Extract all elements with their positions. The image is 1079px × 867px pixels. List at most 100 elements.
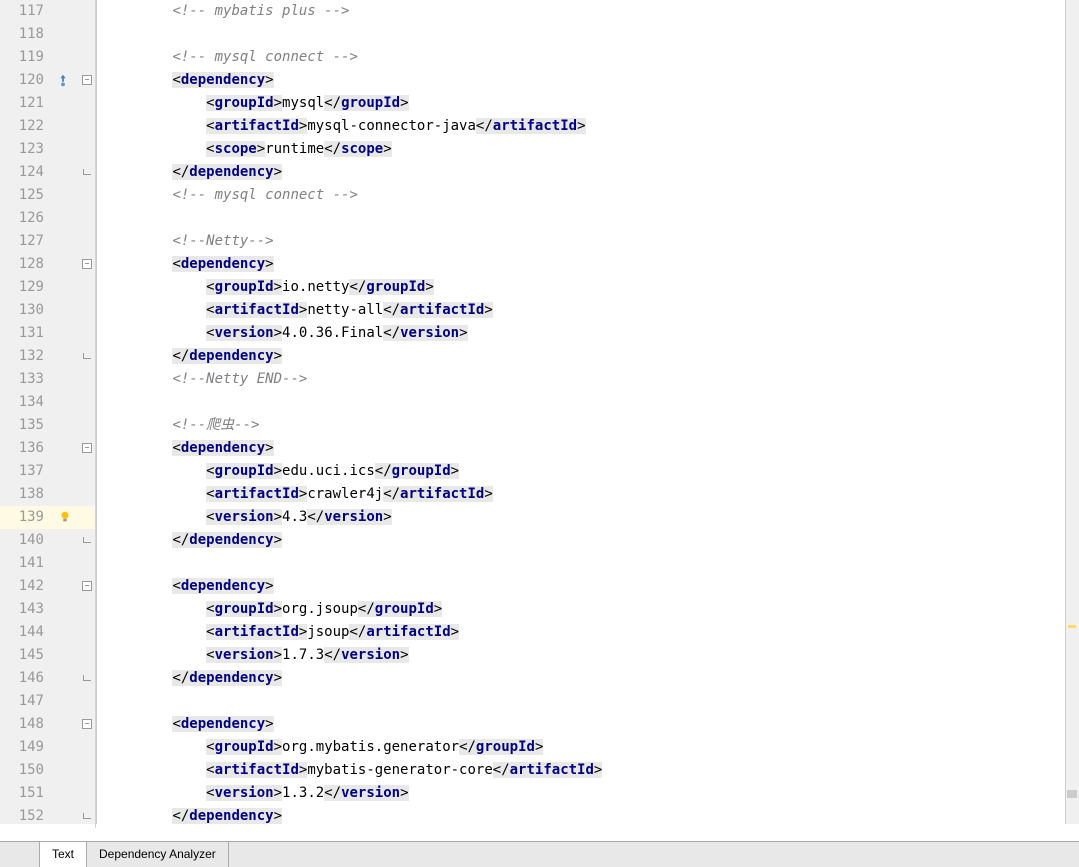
line-number: 122 xyxy=(0,115,52,138)
code-line[interactable] xyxy=(97,690,1079,713)
gutter-icon-cell xyxy=(52,92,80,115)
gutter-icon-cell xyxy=(52,667,80,690)
code-line[interactable]: <groupId>org.jsoup</groupId> xyxy=(97,598,1079,621)
fold-cell xyxy=(80,0,96,23)
fold-cell xyxy=(80,644,96,667)
gutter-icon-cell xyxy=(52,46,80,69)
line-number: 128 xyxy=(0,253,52,276)
code-line[interactable]: <dependency> xyxy=(97,713,1079,736)
fold-cell xyxy=(80,322,96,345)
gutter-row: 136 − xyxy=(0,437,96,460)
code-line[interactable]: </dependency> xyxy=(97,667,1079,690)
gutter-row: 147 xyxy=(0,690,96,713)
code-line[interactable]: <dependency> xyxy=(97,575,1079,598)
code-line[interactable] xyxy=(97,207,1079,230)
code-line[interactable]: <!--Netty--> xyxy=(97,230,1079,253)
fold-cell: − xyxy=(80,253,96,276)
line-number: 134 xyxy=(0,391,52,414)
code-line[interactable] xyxy=(97,391,1079,414)
gutter-row: 135 xyxy=(0,414,96,437)
fold-toggle-icon[interactable]: − xyxy=(82,443,92,453)
code-line[interactable]: <artifactId>mysql-connector-java</artifa… xyxy=(97,115,1079,138)
code-line[interactable]: <scope>runtime</scope> xyxy=(97,138,1079,161)
gutter-row: 129 xyxy=(0,276,96,299)
fold-cell xyxy=(80,483,96,506)
code-area[interactable]: <!-- mybatis plus --> <!-- mysql connect… xyxy=(97,0,1079,824)
gutter: 117 118 119 120 − 121 122 1 xyxy=(0,0,97,824)
tab-spacer xyxy=(0,842,40,867)
intention-bulb-icon[interactable] xyxy=(58,510,72,524)
fold-cell xyxy=(80,805,96,828)
line-number: 150 xyxy=(0,759,52,782)
gutter-icon-cell xyxy=(52,690,80,713)
line-number: 147 xyxy=(0,690,52,713)
fold-toggle-icon[interactable]: − xyxy=(82,719,92,729)
code-editor: 117 118 119 120 − 121 122 1 xyxy=(0,0,1079,824)
code-line[interactable]: <dependency> xyxy=(97,69,1079,92)
fold-cell: − xyxy=(80,69,96,92)
code-line[interactable]: <artifactId>crawler4j</artifactId> xyxy=(97,483,1079,506)
code-line[interactable]: </dependency> xyxy=(97,161,1079,184)
fold-cell xyxy=(80,230,96,253)
code-line[interactable]: <!-- mysql connect --> xyxy=(97,184,1079,207)
code-line[interactable]: <!--Netty END--> xyxy=(97,368,1079,391)
gutter-icon-cell xyxy=(52,161,80,184)
line-number: 142 xyxy=(0,575,52,598)
gutter-row: 125 xyxy=(0,184,96,207)
gutter-icon-cell xyxy=(52,391,80,414)
gutter-row: 148 − xyxy=(0,713,96,736)
code-line[interactable]: <version>1.3.2</version> xyxy=(97,782,1079,805)
code-line[interactable]: <artifactId>netty-all</artifactId> xyxy=(97,299,1079,322)
code-line[interactable] xyxy=(97,552,1079,575)
gutter-row: 149 xyxy=(0,736,96,759)
fold-toggle-icon[interactable]: − xyxy=(82,259,92,269)
fold-cell xyxy=(80,299,96,322)
fold-cell xyxy=(80,736,96,759)
code-line[interactable]: <!-- mybatis plus --> xyxy=(97,0,1079,23)
code-line[interactable]: <groupId>io.netty</groupId> xyxy=(97,276,1079,299)
code-line[interactable]: <groupId>org.mybatis.generator</groupId> xyxy=(97,736,1079,759)
code-line[interactable]: <version>1.7.3</version> xyxy=(97,644,1079,667)
gutter-icon-cell xyxy=(52,736,80,759)
line-number: 117 xyxy=(0,0,52,23)
code-line[interactable]: <dependency> xyxy=(97,253,1079,276)
gutter-icon-cell xyxy=(52,805,80,828)
line-number: 137 xyxy=(0,460,52,483)
gutter-icon-cell xyxy=(52,138,80,161)
gutter-row: 150 xyxy=(0,759,96,782)
line-number: 151 xyxy=(0,782,52,805)
line-number: 121 xyxy=(0,92,52,115)
code-line[interactable]: <artifactId>mybatis-generator-core</arti… xyxy=(97,759,1079,782)
code-line[interactable]: <version>4.3</version> xyxy=(97,506,1079,529)
line-number: 129 xyxy=(0,276,52,299)
gutter-row: 132 xyxy=(0,345,96,368)
code-line[interactable]: <artifactId>jsoup</artifactId> xyxy=(97,621,1079,644)
fold-toggle-icon[interactable]: − xyxy=(82,581,92,591)
line-number: 132 xyxy=(0,345,52,368)
gutter-icon-cell xyxy=(52,299,80,322)
override-up-icon[interactable] xyxy=(56,73,70,87)
code-line[interactable]: </dependency> xyxy=(97,345,1079,368)
code-line[interactable] xyxy=(97,23,1079,46)
code-line[interactable]: <!--爬虫--> xyxy=(97,414,1079,437)
gutter-icon-cell xyxy=(52,368,80,391)
gutter-row: 117 xyxy=(0,0,96,23)
code-line[interactable]: <dependency> xyxy=(97,437,1079,460)
fold-cell xyxy=(80,782,96,805)
code-line[interactable]: <!-- mysql connect --> xyxy=(97,46,1079,69)
fold-cell xyxy=(80,460,96,483)
code-line[interactable]: <version>4.0.36.Final</version> xyxy=(97,322,1079,345)
gutter-row: 123 xyxy=(0,138,96,161)
gutter-icon-cell xyxy=(52,460,80,483)
code-line[interactable]: <groupId>mysql</groupId> xyxy=(97,92,1079,115)
tab-text[interactable]: Text xyxy=(40,842,87,867)
fold-toggle-icon[interactable]: − xyxy=(82,75,92,85)
code-line[interactable]: <groupId>edu.uci.ics</groupId> xyxy=(97,460,1079,483)
code-line[interactable]: </dependency> xyxy=(97,529,1079,552)
fold-end-icon xyxy=(83,169,91,175)
gutter-row: 134 xyxy=(0,391,96,414)
fold-cell xyxy=(80,621,96,644)
scrollbar[interactable] xyxy=(1065,0,1079,824)
code-line[interactable]: </dependency> xyxy=(97,805,1079,828)
tab-dependency-analyzer[interactable]: Dependency Analyzer xyxy=(87,842,229,867)
